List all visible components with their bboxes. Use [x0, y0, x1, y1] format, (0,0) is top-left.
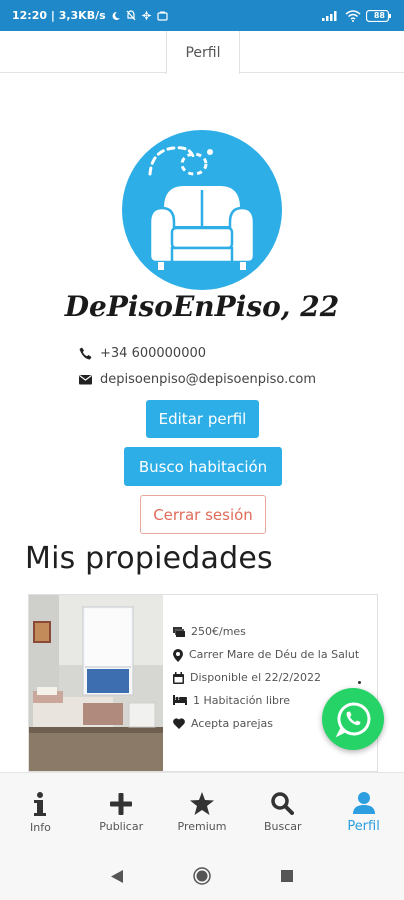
whatsapp-icon	[335, 702, 371, 737]
app-notification-icon	[157, 11, 168, 21]
money-icon	[173, 627, 185, 637]
logout-button[interactable]: Cerrar sesión	[140, 495, 266, 534]
status-time: 12:20 | 3,3KB/s	[12, 9, 106, 22]
search-icon	[271, 792, 295, 815]
rooms-text: 1 Habitación libre	[193, 694, 291, 707]
plus-icon	[110, 792, 133, 815]
property-card[interactable]: 250€/mes Carrer Mare de Déu de la Salut …	[28, 594, 378, 772]
nav-info-label: Info	[29, 820, 51, 834]
back-icon[interactable]	[111, 869, 123, 883]
fan-icon	[141, 10, 152, 21]
nav-buscar[interactable]: Buscar	[242, 773, 323, 852]
battery-level: 88	[373, 11, 385, 20]
whatsapp-button[interactable]	[322, 688, 384, 750]
tab-header: Perfil	[0, 31, 404, 74]
heart-icon	[173, 718, 185, 729]
system-navigation	[0, 852, 404, 900]
nav-perfil-label: Perfil	[347, 818, 380, 834]
price-row: 250€/mes	[173, 623, 373, 640]
nav-publicar[interactable]: Publicar	[81, 773, 162, 852]
nav-publicar-label: Publicar	[99, 819, 144, 833]
contact-phone: +34 600000000	[79, 346, 206, 361]
phone-icon	[79, 347, 92, 360]
my-properties-title: Mis propiedades	[25, 541, 273, 576]
address-row: Carrer Mare de Déu de la Salut	[173, 646, 373, 663]
muted-bell-icon	[126, 10, 136, 21]
contact-email: depisoenpiso@depisoenpiso.com	[79, 372, 316, 387]
moon-icon	[112, 11, 120, 20]
status-bar: 12:20 | 3,3KB/s 88	[0, 0, 404, 31]
property-photo	[29, 595, 163, 771]
phone-text: +34 600000000	[100, 346, 207, 361]
address-text: Carrer Mare de Déu de la Salut	[189, 648, 360, 661]
search-room-button[interactable]: Busco habitación	[124, 447, 282, 486]
availability-text: Disponible el 22/2/2022	[190, 671, 322, 684]
user-icon	[352, 791, 375, 814]
envelope-icon	[79, 375, 92, 385]
sofa-logo-icon	[122, 130, 282, 290]
nav-buscar-label: Buscar	[264, 820, 302, 833]
profile-name: DePisoEnPiso, 22	[64, 290, 340, 323]
price-text: 250€/mes	[191, 625, 246, 638]
couples-text: Acepta parejas	[191, 717, 273, 730]
nav-perfil[interactable]: Perfil	[323, 773, 404, 852]
email-text: depisoenpiso@depisoenpiso.com	[100, 372, 317, 387]
map-pin-icon	[173, 649, 183, 662]
nav-info[interactable]: Info	[0, 773, 81, 852]
recents-icon[interactable]	[281, 870, 293, 882]
nav-premium[interactable]: Premium	[162, 773, 243, 852]
signal-icon	[322, 11, 337, 21]
star-icon	[189, 792, 214, 815]
tab-perfil[interactable]: Perfil	[166, 31, 240, 74]
edit-profile-button[interactable]: Editar perfil	[146, 400, 259, 438]
nav-premium-label: Premium	[177, 820, 227, 833]
availability-row: Disponible el 22/2/2022	[173, 669, 373, 686]
wifi-icon	[345, 9, 361, 22]
calendar-icon	[173, 672, 184, 684]
home-icon[interactable]	[193, 867, 211, 885]
bottom-navigation: Info Publicar Premium Buscar Perfil	[0, 772, 404, 852]
bed-icon	[173, 695, 187, 705]
info-icon	[34, 791, 47, 816]
